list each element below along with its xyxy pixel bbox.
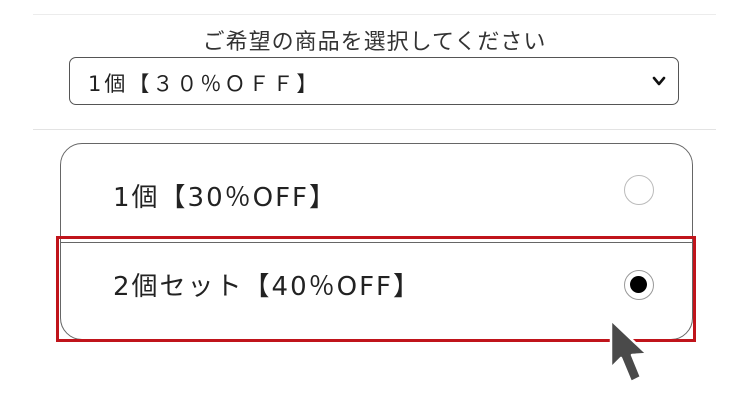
product-select-value: 1個【３０％ＯＦＦ】 [88,72,321,96]
product-options-list: 1個【30％OFF】 2個セット【40％OFF】 [60,143,693,340]
chevron-down-icon [652,76,666,86]
radio-unselected[interactable] [624,175,654,205]
radio-selected[interactable] [624,270,654,300]
option-label: 2個セット【40％OFF】 [113,272,422,302]
mouse-cursor-icon [609,318,649,384]
option-1-piece[interactable]: 1個【30％OFF】 [61,144,692,243]
product-select[interactable]: 1個【３０％ＯＦＦ】 [69,57,679,105]
option-label: 1個【30％OFF】 [113,183,338,213]
top-divider [33,14,716,15]
radio-selected-dot [630,276,647,293]
selection-prompt: ご希望の商品を選択してください [202,30,547,55]
section-divider [33,129,716,130]
